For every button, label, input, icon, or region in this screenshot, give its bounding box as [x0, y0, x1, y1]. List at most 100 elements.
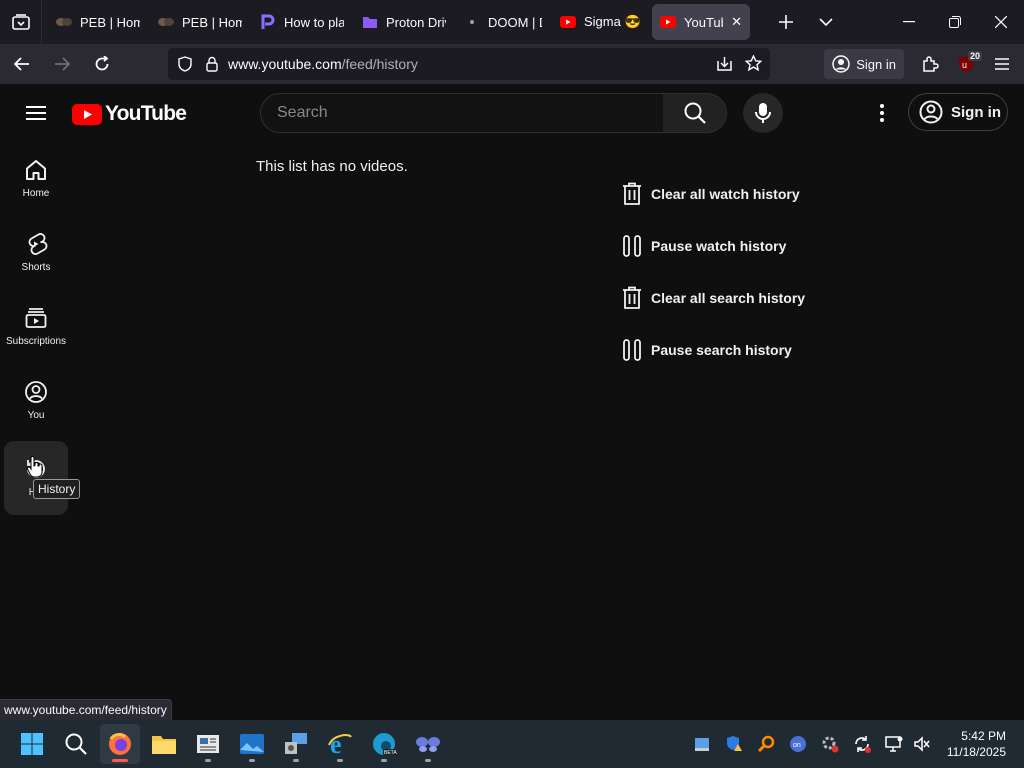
extensions-button[interactable]	[912, 48, 948, 80]
tray-sync[interactable]	[850, 732, 874, 756]
guide-item-you[interactable]: You	[4, 364, 68, 438]
shield-icon	[178, 56, 192, 72]
tab-list-icon	[11, 14, 30, 30]
tray-search-app[interactable]	[754, 732, 778, 756]
clear-watch-history-button[interactable]: Clear all watch history	[620, 168, 805, 220]
status-bar-url: www.youtube.com/feed/history	[0, 699, 172, 720]
bookmark-star-icon[interactable]	[745, 55, 762, 72]
tray-app-circle[interactable]: on	[786, 732, 810, 756]
new-tab-button[interactable]	[766, 0, 806, 44]
firefox-account-button[interactable]: Sign in	[824, 49, 904, 79]
empty-history-message: This list has no videos.	[256, 158, 408, 175]
taskbar-app-bluesky[interactable]	[408, 724, 448, 764]
taskbar-search-button[interactable]	[56, 724, 96, 764]
toolbar-right: Sign in u 20	[824, 44, 1024, 84]
taskbar-clock[interactable]: 5:42 PM 11/18/2025	[947, 728, 1006, 760]
close-tab-icon[interactable]: ✕	[731, 14, 742, 30]
peb-icon	[56, 14, 72, 30]
tab-label: How to pla	[284, 14, 344, 30]
tab-label: Sigma 😎 #s	[584, 14, 642, 29]
list-all-tabs-button[interactable]	[806, 0, 846, 44]
tab-doom[interactable]: DOOM | D(	[456, 4, 550, 40]
close-icon	[995, 16, 1007, 28]
clock-time: 5:42 PM	[961, 729, 1006, 743]
lock-icon	[206, 56, 218, 72]
subscriptions-icon	[25, 308, 47, 328]
p-logo-icon	[260, 14, 276, 30]
save-to-pocket-icon[interactable]	[716, 56, 733, 72]
tray-app-gear[interactable]	[818, 732, 842, 756]
home-icon	[26, 160, 46, 180]
taskbar-app-news[interactable]	[188, 724, 228, 764]
chevron-down-icon	[819, 18, 833, 27]
dot-icon	[464, 14, 480, 30]
pause-icon	[620, 234, 644, 258]
edge-beta-icon: BETA	[373, 733, 397, 756]
tab-sigma[interactable]: Sigma 😎 #s	[552, 4, 650, 40]
minimize-button[interactable]	[886, 0, 932, 44]
youtube-masthead: YouTube Sign in	[0, 84, 1024, 142]
guide-item-home[interactable]: Home	[4, 142, 68, 216]
guide-label: Subscriptions	[5, 336, 67, 347]
gear-warning-icon	[822, 736, 839, 753]
peb-icon	[158, 14, 174, 30]
taskbar-edge-beta[interactable]: BETA	[364, 724, 404, 764]
close-window-button[interactable]	[978, 0, 1024, 44]
start-button[interactable]	[12, 724, 52, 764]
address-bar[interactable]: www.youtube.com/feed/history	[168, 48, 770, 80]
history-actions: Clear all watch history Pause watch hist…	[620, 168, 805, 376]
search-input[interactable]	[277, 104, 637, 122]
screen-app-icon	[695, 738, 709, 751]
youtube-logo[interactable]: YouTube	[72, 102, 187, 126]
pause-search-history-button[interactable]: Pause search history	[620, 324, 805, 376]
tab-youtube[interactable]: YouTube ✕	[652, 4, 750, 40]
tray-display[interactable]	[882, 732, 906, 756]
taskbar-internet-explorer[interactable]: e	[320, 724, 360, 764]
sync-icon	[855, 736, 871, 753]
tab-peb-home-1[interactable]: PEB | Home	[48, 4, 148, 40]
search-button[interactable]	[663, 93, 727, 133]
taskbar-app-photos[interactable]	[232, 724, 272, 764]
account-circle-icon	[919, 100, 943, 124]
pause-watch-history-button[interactable]: Pause watch history	[620, 220, 805, 272]
guide-item-shorts[interactable]: Shorts	[4, 216, 68, 290]
tray-security[interactable]	[722, 732, 746, 756]
back-arrow-icon	[14, 57, 29, 71]
clear-search-history-button[interactable]: Clear all search history	[620, 272, 805, 324]
display-icon	[885, 736, 903, 752]
guide-item-subscriptions[interactable]: Subscriptions	[4, 290, 68, 364]
you-icon	[25, 381, 47, 403]
app-menu-button[interactable]	[984, 48, 1020, 80]
restore-button[interactable]	[932, 0, 978, 44]
folder-icon	[152, 736, 176, 754]
tab-label: YouTube	[684, 14, 723, 30]
search-icon	[684, 102, 706, 124]
tab-list-button[interactable]	[0, 0, 42, 44]
youtube-signin-button[interactable]: Sign in	[908, 93, 1008, 131]
reload-button[interactable]	[84, 48, 120, 80]
tabs: PEB | Home PEB | Home How to pla Proton …	[42, 0, 752, 44]
tray-volume-muted[interactable]	[910, 732, 934, 756]
tab-proton-drive[interactable]: Proton Driv	[354, 4, 454, 40]
tab-how-to-play[interactable]: How to pla	[252, 4, 352, 40]
voice-search-button[interactable]	[743, 93, 783, 133]
trash-icon	[620, 182, 644, 206]
action-label: Clear all watch history	[651, 186, 800, 202]
settings-menu-button[interactable]	[862, 93, 902, 133]
youtube-icon	[660, 14, 676, 30]
taskbar-app-settings[interactable]	[276, 724, 316, 764]
tab-label: DOOM | D(	[488, 14, 542, 30]
guide-menu-button[interactable]	[16, 93, 56, 133]
photos-app-icon	[240, 734, 264, 754]
back-button[interactable]	[4, 48, 40, 80]
tab-peb-home-2[interactable]: PEB | Home	[150, 4, 250, 40]
tray-app-1[interactable]	[690, 732, 714, 756]
windows-logo-icon	[21, 733, 43, 755]
taskbar-firefox[interactable]	[100, 724, 140, 764]
taskbar-file-explorer[interactable]	[144, 724, 184, 764]
forward-button[interactable]	[44, 48, 80, 80]
guide-label: You	[27, 410, 45, 421]
magnifier-app-icon	[757, 735, 775, 753]
running-indicator	[112, 759, 128, 762]
ublock-extension-button[interactable]: u 20	[948, 48, 984, 80]
